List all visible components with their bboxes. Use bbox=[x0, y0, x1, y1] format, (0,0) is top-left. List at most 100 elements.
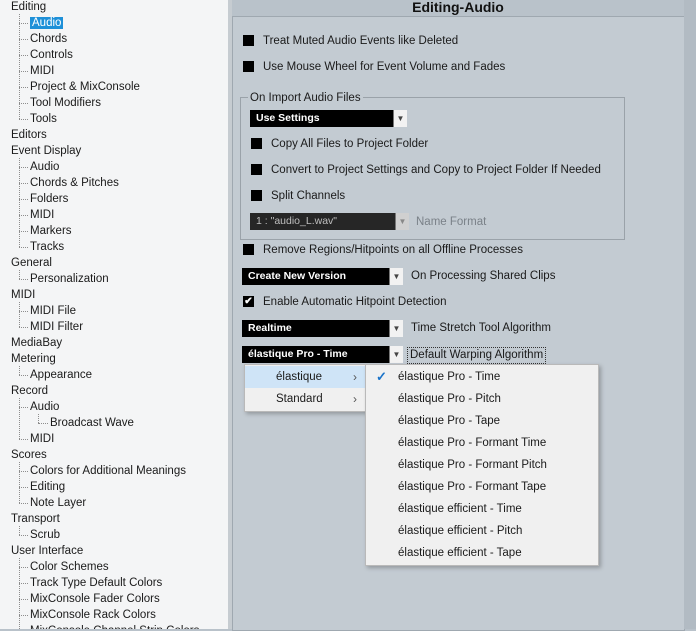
tree-item-label: MixConsole Rack Colors bbox=[30, 609, 156, 621]
tree-item[interactable]: Track Type Default Colors bbox=[30, 575, 162, 591]
tree-item[interactable]: Editing bbox=[11, 0, 46, 15]
tree-item[interactable]: Folders bbox=[30, 191, 68, 207]
tree-item[interactable]: MIDI File bbox=[30, 303, 76, 319]
import-settings-value: Use Settings bbox=[256, 112, 320, 124]
tree-item[interactable]: Metering bbox=[11, 351, 56, 367]
algorithm-menu-item[interactable]: ✓ élastique Pro - Time bbox=[366, 366, 598, 388]
tree-connector bbox=[19, 270, 20, 279]
mouse-wheel-checkbox[interactable] bbox=[243, 61, 254, 72]
tree-item[interactable]: User Interface bbox=[11, 543, 83, 559]
tree-connector bbox=[19, 471, 28, 472]
treat-muted-checkbox[interactable] bbox=[243, 35, 254, 46]
tree-item[interactable]: Markers bbox=[30, 223, 72, 239]
shared-clips-dropdown[interactable]: Create New Version ▼ bbox=[242, 268, 403, 285]
tree-connector bbox=[19, 462, 20, 503]
menu-item-lastique[interactable]: élastique › bbox=[245, 366, 365, 388]
tree-item[interactable]: MixConsole Fader Colors bbox=[30, 591, 160, 607]
tree-item[interactable]: General bbox=[11, 255, 52, 271]
warping-category-menu: élastique › Standard › bbox=[244, 364, 366, 412]
tree-connector bbox=[19, 103, 28, 104]
warping-value: élastique Pro - Time bbox=[248, 348, 348, 360]
tree-connector bbox=[19, 158, 20, 247]
tree-item-label: MixConsole Fader Colors bbox=[30, 593, 160, 605]
tree-item[interactable]: Event Display bbox=[11, 143, 81, 159]
algorithm-menu-item-label: élastique efficient - Tape bbox=[398, 547, 522, 559]
tree-item-label: Tool Modifiers bbox=[30, 97, 101, 109]
tree-item[interactable]: Scrub bbox=[30, 527, 60, 543]
warping-dropdown[interactable]: élastique Pro - Time ▼ bbox=[242, 346, 403, 363]
copy-all-checkbox[interactable] bbox=[251, 138, 262, 149]
checkmark-icon: ✓ bbox=[376, 369, 387, 384]
tree-item[interactable]: Appearance bbox=[30, 367, 92, 383]
tree-item[interactable]: Editing bbox=[30, 479, 65, 495]
tree-item[interactable]: Broadcast Wave bbox=[50, 415, 134, 431]
tree-item-label: MIDI bbox=[30, 209, 55, 221]
tree-item[interactable]: Chords bbox=[30, 31, 67, 47]
tree-item[interactable]: MIDI Filter bbox=[30, 319, 83, 335]
algorithm-menu-item[interactable]: élastique Pro - Pitch bbox=[366, 388, 598, 410]
tree-item[interactable]: Editors bbox=[11, 127, 47, 143]
tree-connector bbox=[19, 558, 20, 629]
tree-item[interactable]: Tools bbox=[30, 111, 57, 127]
algorithm-menu-item[interactable]: élastique efficient - Tape bbox=[366, 542, 598, 564]
tree-item[interactable]: Color Schemes bbox=[30, 559, 109, 575]
tree-item[interactable]: Transport bbox=[11, 511, 60, 527]
tree-item[interactable]: Chords & Pitches bbox=[30, 175, 119, 191]
hitpoint-checkbox[interactable]: ✔ bbox=[243, 296, 254, 307]
tree-item[interactable]: Tracks bbox=[30, 239, 64, 255]
chevron-down-icon: ▼ bbox=[389, 268, 403, 285]
remove-regions-checkbox[interactable] bbox=[243, 244, 254, 255]
tree-item[interactable]: Project & MixConsole bbox=[30, 79, 140, 95]
menu-item-label: Standard bbox=[276, 393, 323, 405]
tree-connector bbox=[19, 39, 28, 40]
tree-item[interactable]: MIDI bbox=[30, 431, 54, 447]
time-stretch-dropdown[interactable]: Realtime ▼ bbox=[242, 320, 403, 337]
tree-item[interactable]: Audio bbox=[30, 399, 59, 415]
tree-item[interactable]: MixConsole Channel Strip Colors bbox=[30, 623, 199, 629]
tree-connector bbox=[19, 167, 28, 168]
tree-item[interactable]: Tool Modifiers bbox=[30, 95, 101, 111]
tree-item[interactable]: MixConsole Rack Colors bbox=[30, 607, 156, 623]
menu-item-standard[interactable]: Standard › bbox=[245, 388, 365, 410]
tree-item-label: Editing bbox=[30, 481, 66, 493]
tree-item-label: General bbox=[11, 257, 52, 269]
algorithm-menu-item[interactable]: élastique Pro - Tape bbox=[366, 410, 598, 432]
name-format-value: 1 : "audio_L.wav" bbox=[256, 215, 338, 227]
tree-item[interactable]: Record bbox=[11, 383, 48, 399]
algorithm-menu-item[interactable]: élastique Pro - Formant Tape bbox=[366, 476, 598, 498]
import-settings-dropdown[interactable]: Use Settings ▼ bbox=[250, 110, 407, 127]
tree-connector bbox=[19, 14, 20, 119]
tree-item[interactable]: MediaBay bbox=[11, 335, 62, 351]
tree-item[interactable]: MIDI bbox=[30, 63, 54, 79]
mouse-wheel-label: Use Mouse Wheel for Event Volume and Fad… bbox=[263, 61, 506, 73]
tree-item[interactable]: Personalization bbox=[30, 271, 109, 287]
tree-item[interactable]: Audio bbox=[30, 159, 59, 175]
tree-item[interactable]: Note Layer bbox=[30, 495, 86, 511]
tree-connector bbox=[19, 311, 28, 312]
tree-connector bbox=[19, 87, 28, 88]
convert-checkbox[interactable] bbox=[251, 164, 262, 175]
split-channels-label: Split Channels bbox=[271, 190, 346, 202]
split-channels-checkbox[interactable] bbox=[251, 190, 262, 201]
tree-item[interactable]: Colors for Additional Meanings bbox=[30, 463, 186, 479]
tree-item-label: Folders bbox=[30, 193, 69, 205]
tree-connector bbox=[19, 567, 28, 568]
tree-item-label: Controls bbox=[30, 49, 73, 61]
tree-item[interactable]: Audio bbox=[30, 15, 64, 31]
tree-item[interactable]: Controls bbox=[30, 47, 73, 63]
tree-connector bbox=[38, 423, 48, 424]
algorithm-menu-item[interactable]: élastique efficient - Time bbox=[366, 498, 598, 520]
tree-item[interactable]: Scores bbox=[11, 447, 47, 463]
time-stretch-value: Realtime bbox=[248, 322, 292, 334]
tree-item-label: MixConsole Channel Strip Colors bbox=[30, 625, 199, 629]
algorithm-menu-item[interactable]: élastique Pro - Formant Pitch bbox=[366, 454, 598, 476]
tree-item[interactable]: MIDI bbox=[11, 287, 35, 303]
name-format-dropdown[interactable]: 1 : "audio_L.wav" ▼ bbox=[250, 213, 409, 230]
algorithm-menu-item[interactable]: élastique Pro - Formant Time bbox=[366, 432, 598, 454]
tree-connector bbox=[19, 526, 20, 535]
tree-connector bbox=[19, 71, 28, 72]
tree-item[interactable]: MIDI bbox=[30, 207, 54, 223]
tree-item-label: Broadcast Wave bbox=[50, 417, 134, 429]
tree-item-label: Tracks bbox=[30, 241, 65, 253]
algorithm-menu-item[interactable]: élastique efficient - Pitch bbox=[366, 520, 598, 542]
